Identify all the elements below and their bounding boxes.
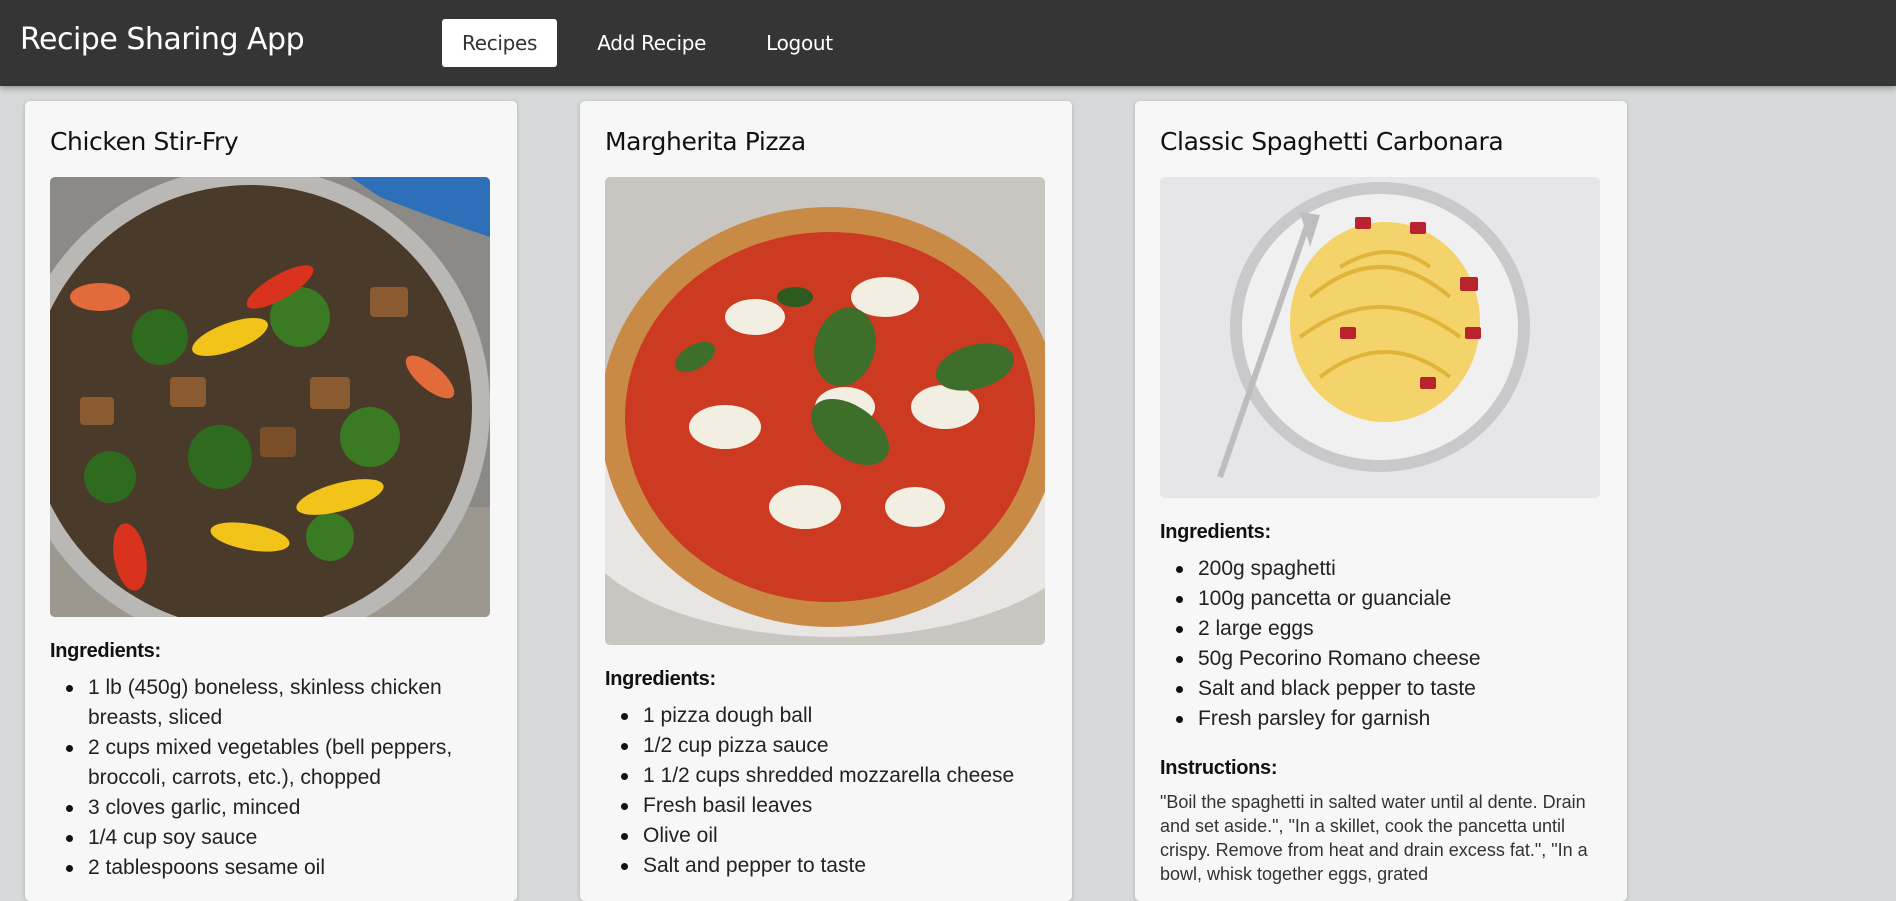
nav-logout-button[interactable]: Logout bbox=[746, 19, 853, 67]
ingredient-item: 1 pizza dough ball bbox=[621, 701, 1047, 731]
ingredient-item: 1 1/2 cups shredded mozzarella cheese bbox=[621, 761, 1047, 791]
recipe-image bbox=[1160, 177, 1600, 498]
recipe-card: Chicken Stir-Fry Ingredients: 1 lb (450g… bbox=[25, 101, 517, 901]
nav-menu: Recipes Add Recipe Logout bbox=[442, 19, 873, 67]
ingredient-item: 1/4 cup soy sauce bbox=[66, 823, 492, 853]
ingredient-item: 2 cups mixed vegetables (bell peppers, b… bbox=[66, 733, 492, 793]
ingredient-item: 200g spaghetti bbox=[1176, 554, 1602, 584]
recipe-title: Margherita Pizza bbox=[605, 127, 806, 156]
recipe-image bbox=[50, 177, 490, 617]
ingredients-label: Ingredients: bbox=[50, 640, 161, 662]
ingredient-item: 1/2 cup pizza sauce bbox=[621, 731, 1047, 761]
ingredients-list: 1 lb (450g) boneless, skinless chicken b… bbox=[50, 673, 492, 883]
recipe-title: Chicken Stir-Fry bbox=[50, 127, 239, 156]
recipe-image bbox=[605, 177, 1045, 645]
app-title: Recipe Sharing App bbox=[20, 22, 305, 57]
ingredient-item: 2 large eggs bbox=[1176, 614, 1602, 644]
ingredient-item: 3 cloves garlic, minced bbox=[66, 793, 492, 823]
recipe-card: Classic Spaghetti Carbonara Ingredients:… bbox=[1135, 101, 1627, 901]
ingredient-item: 50g Pecorino Romano cheese bbox=[1176, 644, 1602, 674]
ingredient-item: Fresh parsley for garnish bbox=[1176, 704, 1602, 734]
top-navbar: Recipe Sharing App Recipes Add Recipe Lo… bbox=[0, 0, 1896, 86]
ingredients-label: Ingredients: bbox=[1160, 521, 1271, 543]
nav-add-recipe-button[interactable]: Add Recipe bbox=[577, 19, 726, 67]
recipe-title: Classic Spaghetti Carbonara bbox=[1160, 127, 1504, 156]
ingredient-item: Salt and pepper to taste bbox=[621, 851, 1047, 881]
ingredients-list: 1 pizza dough ball 1/2 cup pizza sauce 1… bbox=[605, 701, 1047, 881]
ingredient-item: Olive oil bbox=[621, 821, 1047, 851]
ingredient-item: 2 tablespoons sesame oil bbox=[66, 853, 492, 883]
ingredients-label: Ingredients: bbox=[605, 668, 716, 690]
ingredient-item: 1 lb (450g) boneless, skinless chicken b… bbox=[66, 673, 492, 733]
instructions-label: Instructions: bbox=[1160, 757, 1278, 779]
ingredients-list: 200g spaghetti 100g pancetta or guancial… bbox=[1160, 554, 1602, 734]
instructions-text: "Boil the spaghetti in salted water unti… bbox=[1160, 792, 1588, 884]
ingredient-item: Fresh basil leaves bbox=[621, 791, 1047, 821]
ingredient-item: Salt and black pepper to taste bbox=[1176, 674, 1602, 704]
ingredient-item: 100g pancetta or guanciale bbox=[1176, 584, 1602, 614]
nav-recipes-button[interactable]: Recipes bbox=[442, 19, 558, 67]
recipe-card: Margherita Pizza Ingredients: 1 pizza do… bbox=[580, 101, 1072, 901]
